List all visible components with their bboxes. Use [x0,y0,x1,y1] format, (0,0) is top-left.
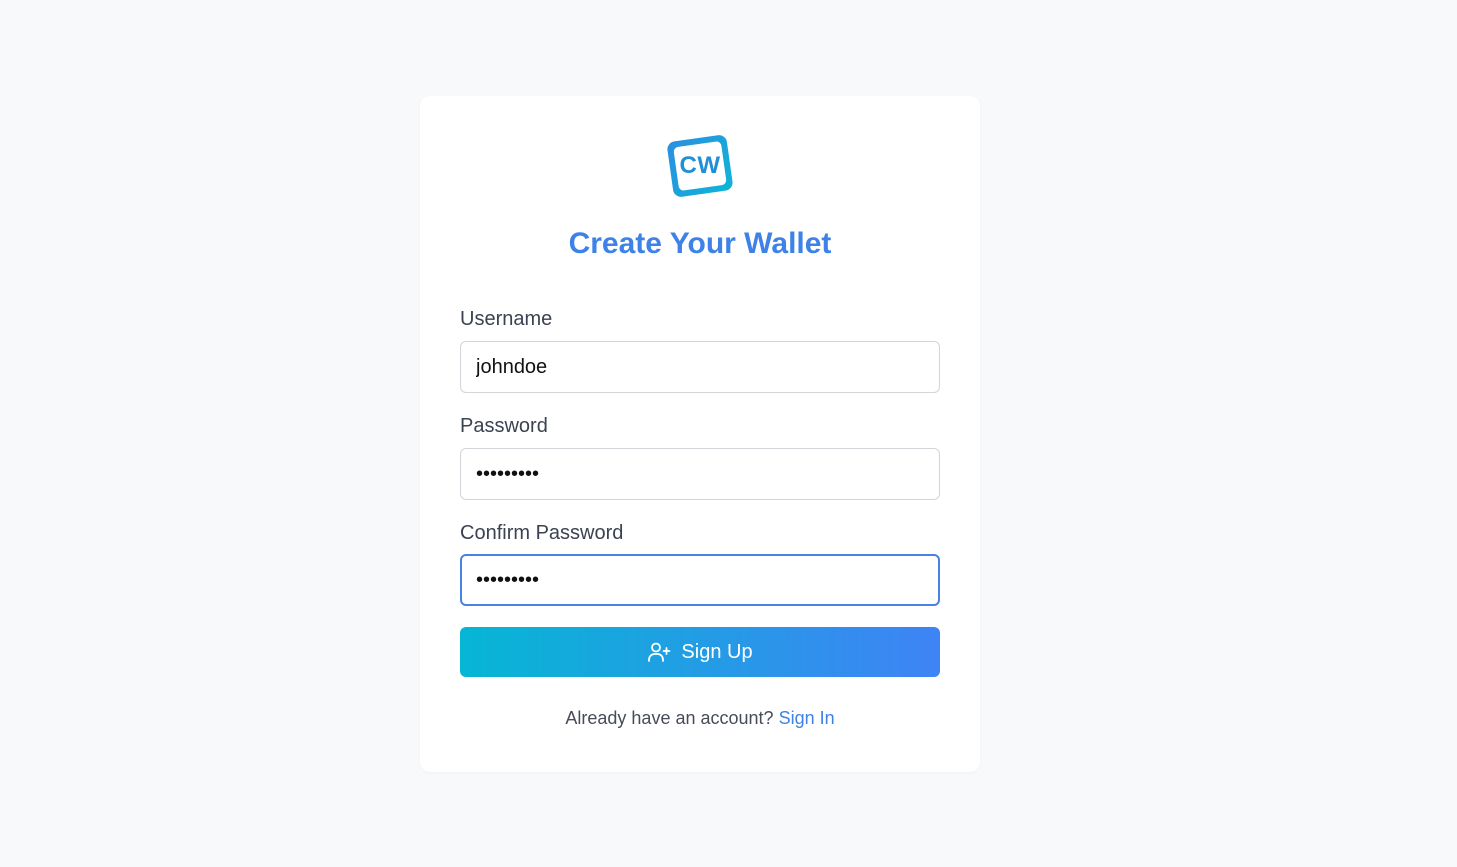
confirm-password-input[interactable] [460,554,940,606]
sign-up-button[interactable]: Sign Up [460,627,940,677]
logo: CW [667,133,733,199]
user-plus-icon [647,640,671,664]
sign-in-link[interactable]: Sign In [779,708,835,728]
sign-up-label: Sign Up [681,640,753,663]
password-input[interactable] [460,448,940,500]
signin-prompt-text: Already have an account? [565,708,774,728]
signin-prompt: Already have an account? Sign In [420,708,980,729]
logo-text: CW [679,152,721,179]
password-label: Password [460,415,548,437]
username-input[interactable] [460,341,940,393]
page-title: Create Your Wallet [568,227,832,260]
confirm-password-label: Confirm Password [460,522,624,544]
signup-card: CW Create Your Wallet Username Password … [420,96,980,772]
username-label: Username [460,308,553,330]
